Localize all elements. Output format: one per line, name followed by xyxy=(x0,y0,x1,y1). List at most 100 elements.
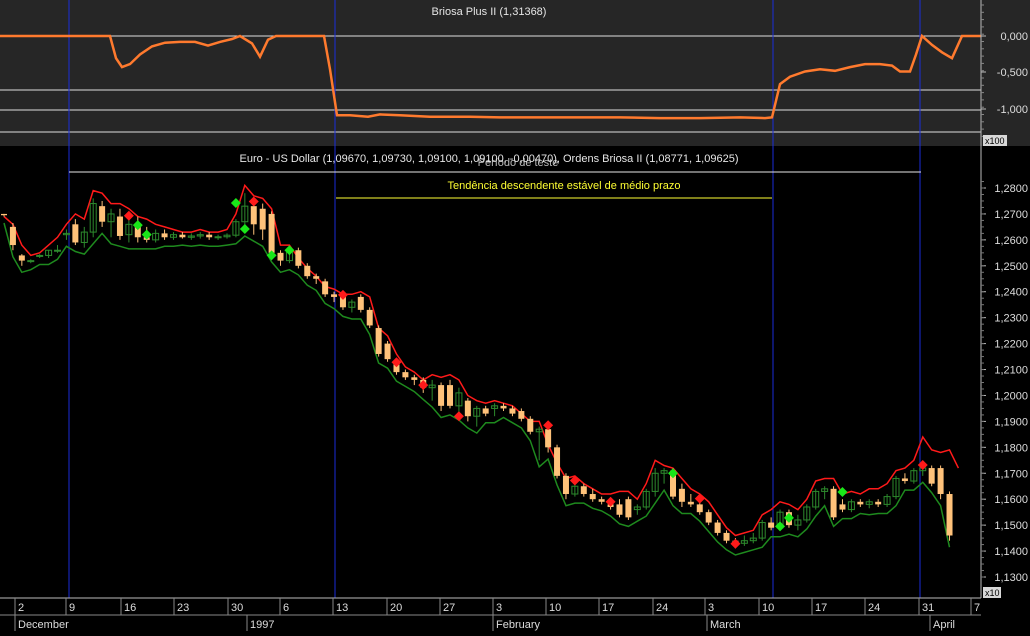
month-label: March xyxy=(710,619,741,631)
candle-body xyxy=(901,478,908,482)
candle-body xyxy=(27,260,35,263)
candle-body xyxy=(696,504,703,513)
candle-body xyxy=(714,522,721,533)
price-tick-label: 1,2800 xyxy=(994,183,1028,195)
candle-body xyxy=(259,208,266,230)
candle-body xyxy=(830,488,837,518)
price-scale-badge: x10 xyxy=(985,588,1000,598)
price-tick-label: 1,1400 xyxy=(994,546,1028,558)
price-tick-label: 1,2200 xyxy=(994,339,1028,351)
price-tick-label: 1,1300 xyxy=(994,572,1028,584)
candle-body xyxy=(625,499,632,518)
day-label: 20 xyxy=(390,602,402,614)
candle-body xyxy=(598,499,605,502)
candle-body xyxy=(357,296,364,310)
candle-body xyxy=(295,250,302,266)
day-label: 10 xyxy=(762,602,774,614)
candle-body xyxy=(250,206,257,225)
day-label: 6 xyxy=(283,602,289,614)
day-label: 9 xyxy=(69,602,75,614)
day-label: 2 xyxy=(18,602,24,614)
price-tick-label: 1,2000 xyxy=(994,390,1028,402)
price-tick-label: 1,1900 xyxy=(994,416,1028,428)
price-tick-label: 1,2400 xyxy=(994,287,1028,299)
candle-body xyxy=(616,504,623,515)
day-label: 23 xyxy=(177,602,189,614)
candle-body xyxy=(580,486,587,495)
candle-body xyxy=(384,343,391,360)
candle-body xyxy=(268,213,275,253)
day-label: 16 xyxy=(124,602,136,614)
candle-body xyxy=(723,532,730,541)
candle-body xyxy=(206,234,213,238)
indicator-tick-label: 0,000 xyxy=(1000,31,1028,43)
indicator-tick-label: -1,000 xyxy=(997,104,1028,116)
candle-body xyxy=(857,501,864,505)
candle-body xyxy=(9,226,16,246)
day-label: 24 xyxy=(868,602,880,614)
month-label: December xyxy=(18,619,69,631)
candle-body xyxy=(509,408,516,414)
candle-body xyxy=(214,236,222,239)
day-label: 13 xyxy=(336,602,348,614)
candle-body xyxy=(937,468,944,495)
day-label: 7 xyxy=(974,602,980,614)
price-tick-label: 1,2500 xyxy=(994,261,1028,273)
price-tick-label: 1,1600 xyxy=(994,494,1028,506)
indicator-title: Briosa Plus II (1,31368) xyxy=(432,6,547,18)
candle-body xyxy=(687,501,694,505)
indicator-tick-label: -0,500 xyxy=(997,67,1028,79)
chart-window: Briosa Plus II (1,31368) Euro - US Dolla… xyxy=(0,0,1030,631)
candle-body xyxy=(366,309,373,326)
day-label: 3 xyxy=(496,602,502,614)
candle-body xyxy=(464,400,471,417)
candle-body xyxy=(500,405,507,409)
price-tick-label: 1,1500 xyxy=(994,520,1028,532)
candle-body xyxy=(482,408,489,414)
price-tick-label: 1,1800 xyxy=(994,442,1028,454)
chart-canvas: Briosa Plus II (1,31368) Euro - US Dolla… xyxy=(0,0,1030,631)
price-tick-label: 1,1700 xyxy=(994,468,1028,480)
candle-body xyxy=(179,234,186,238)
candle-body xyxy=(545,429,552,448)
candle-body xyxy=(1,213,7,216)
candle-body xyxy=(839,504,846,510)
day-label: 27 xyxy=(443,602,455,614)
trend-label: Tendência descendente estável de médio p… xyxy=(448,180,681,192)
candle-body xyxy=(411,377,418,380)
candle-body xyxy=(375,328,382,354)
month-label: 1997 xyxy=(250,619,274,631)
candle-body xyxy=(18,255,25,261)
indicator-scale-badge: x100 xyxy=(985,136,1005,146)
candle-body xyxy=(313,276,320,279)
day-label: 17 xyxy=(602,602,614,614)
candle-body xyxy=(928,468,935,484)
candle-body xyxy=(402,372,409,378)
candle-body xyxy=(54,249,62,252)
day-label: 10 xyxy=(549,602,561,614)
candle-body xyxy=(678,488,685,502)
candle-body xyxy=(447,385,453,406)
candle-body xyxy=(72,224,79,243)
candle-body xyxy=(438,385,445,406)
candle-body xyxy=(527,418,534,432)
candle-body xyxy=(554,447,561,476)
candle-body xyxy=(589,494,596,500)
price-tick-label: 1,2700 xyxy=(994,209,1028,221)
candle-body xyxy=(304,265,311,277)
day-label: 3 xyxy=(708,602,714,614)
candle-body xyxy=(946,494,953,536)
day-label: 30 xyxy=(231,602,243,614)
indicator-panel-bg xyxy=(0,0,981,146)
day-label: 17 xyxy=(815,602,827,614)
candle-body xyxy=(277,252,284,261)
day-label: 24 xyxy=(656,602,668,614)
price-tick-label: 1,2300 xyxy=(994,313,1028,325)
price-panel-bg xyxy=(0,146,981,596)
candle-body xyxy=(875,501,882,505)
candle-body xyxy=(322,281,329,295)
price-tick-label: 1,2600 xyxy=(994,235,1028,247)
candle-body xyxy=(116,216,123,236)
day-label: 31 xyxy=(922,602,934,614)
candle-body xyxy=(562,475,569,495)
